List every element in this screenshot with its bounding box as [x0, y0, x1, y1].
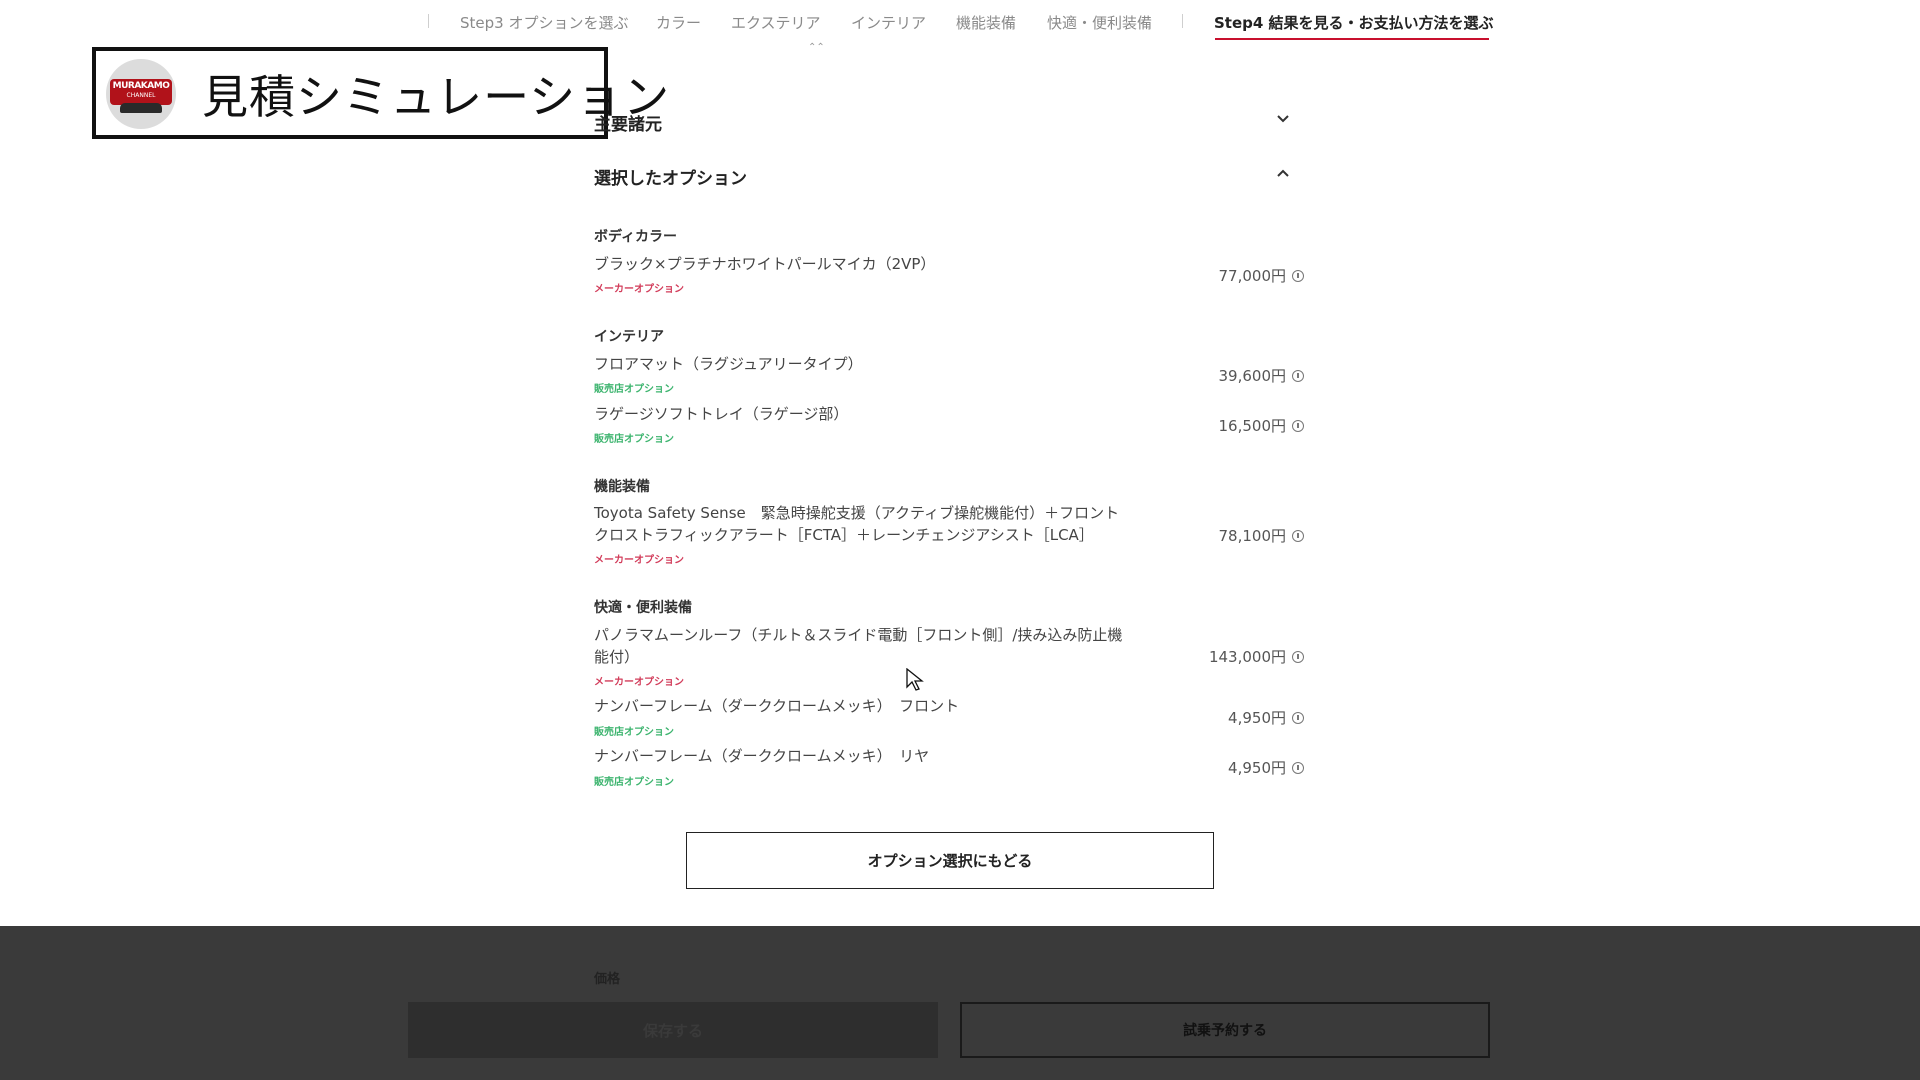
option-price-value: 143,000円: [1208, 648, 1286, 666]
chevron-up-icon: [1277, 169, 1289, 177]
option-price-value: 39,600円: [1218, 367, 1287, 385]
option-name: フロアマット（ラグジュアリータイプ）: [594, 355, 863, 373]
nav-separator: [1182, 14, 1183, 28]
option-tag-maker: メーカーオプション: [594, 555, 684, 566]
accordion-selected-options[interactable]: 選択したオプション: [594, 160, 1304, 189]
info-icon[interactable]: [1292, 369, 1304, 382]
scroll-indicator-icon: ⌃⌃: [808, 42, 825, 53]
option-price: 77,000円: [1218, 265, 1304, 286]
logo-subtext: CHANNEL: [126, 92, 156, 99]
back-to-options-button[interactable]: オプション選択にもどる: [686, 832, 1214, 889]
nav-color[interactable]: カラー: [656, 12, 701, 33]
option-price: 4,950円: [1228, 707, 1304, 728]
category-title: 機能装備: [594, 479, 650, 495]
bottom-action-bar: 価格 保存する 試乗予約する: [0, 926, 1920, 1080]
category-title: インテリア: [594, 329, 664, 345]
option-name: ナンバーフレーム（ダーククロームメッキ） フロント: [594, 697, 960, 715]
info-icon[interactable]: [1292, 419, 1304, 432]
nav-step3-options[interactable]: Step3 オプションを選ぶ: [460, 12, 628, 33]
nav-interior[interactable]: インテリア: [851, 12, 926, 33]
option-price: 78,100円: [1218, 525, 1304, 546]
test-drive-button[interactable]: 試乗予約する: [960, 1002, 1490, 1058]
accordion-specs-label: 主要諸元: [594, 115, 662, 135]
option-tag-dealer: 販売店オプション: [594, 434, 674, 445]
option-price-value: 4,950円: [1228, 709, 1286, 727]
nav-exterior[interactable]: エクステリア: [731, 12, 821, 33]
option-price-value: 4,950円: [1228, 759, 1286, 777]
nav-comfort[interactable]: 快適・便利装備: [1047, 12, 1152, 33]
nav-separator: [428, 14, 429, 28]
option-price-value: 16,500円: [1218, 417, 1287, 435]
nav-step4-result[interactable]: Step4 結果を見る・お支払い方法を選ぶ: [1214, 12, 1494, 33]
option-tag-maker: メーカーオプション: [594, 284, 684, 295]
option-name: ナンバーフレーム（ダーククロームメッキ） リヤ: [594, 747, 930, 765]
category-title: ボディカラー: [594, 229, 678, 245]
option-price: 16,500円: [1218, 415, 1304, 436]
option-name: パノラマムーンルーフ（チルト＆スライド電動［フロント側］/挟み込み防止機能付）: [594, 626, 1123, 666]
option-name: ブラック×プラチナホワイトパールマイカ（2VP）: [594, 255, 936, 273]
info-icon[interactable]: [1292, 761, 1304, 774]
option-price: 143,000円: [1209, 646, 1304, 667]
category-title: 快適・便利装備: [594, 600, 692, 616]
logo-text: MURAKAMO: [112, 81, 170, 91]
nav-function[interactable]: 機能装備: [956, 12, 1016, 33]
option-tag-dealer: 販売店オプション: [594, 777, 674, 788]
overlay-title-box: MURAKAMO CHANNEL 見積シミュレーション: [92, 47, 669, 139]
mouse-cursor-icon: [906, 668, 924, 691]
option-price: 39,600円: [1218, 365, 1304, 386]
option-tag-dealer: 販売店オプション: [594, 384, 674, 395]
active-step-underline: [1215, 38, 1489, 40]
option-price: 4,950円: [1228, 757, 1304, 778]
option-tag-dealer: 販売店オプション: [594, 727, 674, 738]
option-price-value: 77,000円: [1218, 267, 1287, 285]
option-tag-maker: メーカーオプション: [594, 677, 684, 688]
chevron-down-icon: [1277, 115, 1289, 123]
option-name: ラゲージソフトトレイ（ラゲージ部）: [594, 405, 849, 423]
save-button[interactable]: 保存する: [408, 1002, 938, 1058]
info-icon[interactable]: [1292, 711, 1304, 724]
info-icon[interactable]: [1292, 269, 1304, 282]
accordion-options-label: 選択したオプション: [594, 169, 747, 189]
accordion-specs[interactable]: 主要諸元: [594, 106, 1304, 135]
channel-logo: MURAKAMO CHANNEL: [106, 59, 176, 129]
option-name: Toyota Safety Sense 緊急時操舵支援（アクティブ操舵機能付）＋…: [594, 504, 1120, 544]
info-icon[interactable]: [1292, 650, 1304, 663]
step-navigation: Step3 オプションを選ぶ カラー エクステリア インテリア 機能装備 快適・…: [0, 0, 1920, 53]
info-icon[interactable]: [1292, 529, 1304, 542]
option-price-value: 78,100円: [1218, 527, 1287, 545]
price-label: 価格: [594, 972, 621, 987]
